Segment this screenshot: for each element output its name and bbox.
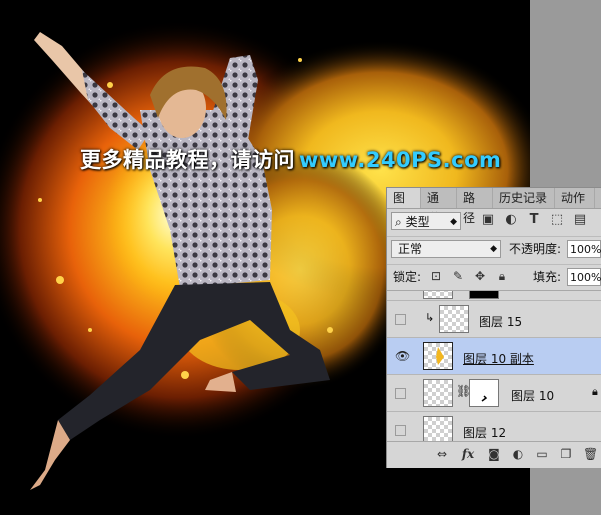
delete-layer-icon[interactable]: 🗑︎ [583, 447, 598, 461]
layer-thumbnail [423, 291, 453, 299]
lock-icon: 🔒︎ [592, 385, 598, 398]
layer-thumbnail [423, 342, 453, 370]
layer-list: ↳ 图层 15 👁︎ 图层 10 副本 ⛓︎ 图层 10 🔒︎ 图层 12 [387, 290, 601, 441]
watermark-text: 更多精品教程，请访问 www.240PS.com [80, 144, 501, 174]
tab-actions[interactable]: 动作 [555, 188, 595, 208]
shape-filter-icon[interactable]: ⬚ [550, 213, 564, 227]
panel-tabs: 图层 通道 路径 历史记录 动作 [387, 188, 601, 225]
layer-row[interactable]: ↳ 图层 15 [387, 301, 601, 338]
tab-channels[interactable]: 通道 [421, 188, 457, 225]
fx-icon[interactable]: fx [461, 447, 475, 461]
opacity-label: 不透明度: [509, 242, 562, 256]
visibility-toggle[interactable] [395, 388, 406, 399]
new-adjustment-icon[interactable]: ◐ [511, 447, 525, 461]
dropdown-arrow-icon: ◆ [450, 217, 457, 227]
clipping-arrow-icon: ↳ [425, 311, 435, 324]
lock-transparent-icon[interactable]: ⊡ [429, 269, 443, 283]
layer-mask-thumbnail [469, 291, 499, 299]
blend-row: 正常 ◆ 不透明度: 100% [387, 236, 601, 261]
tab-layers[interactable]: 图层 [387, 188, 421, 225]
tab-paths[interactable]: 路径 [457, 188, 493, 225]
lock-all-icon[interactable]: 🔒︎ [495, 269, 509, 283]
layer-name[interactable]: 图层 15 [479, 313, 522, 330]
new-layer-icon[interactable]: ❐ [559, 447, 573, 461]
watermark-url: www.240PS.com [299, 148, 502, 172]
image-filter-icon[interactable]: ▣ [481, 213, 495, 227]
layer-mask-thumbnail [469, 379, 499, 407]
type-filter-icon[interactable]: T [527, 213, 541, 227]
dropdown-arrow-icon: ◆ [490, 244, 497, 254]
layers-panel-footer: ⇔ fx ◙ ◐ ▭ ❐ 🗑︎ [387, 441, 601, 468]
blend-mode-value: 正常 [398, 242, 423, 256]
new-group-icon[interactable]: ▭ [535, 447, 549, 461]
smart-object-filter-icon[interactable]: ▤ [573, 213, 587, 227]
layer-row[interactable]: ⛓︎ 图层 10 🔒︎ [387, 375, 601, 412]
layer-row-selected[interactable]: 👁︎ 图层 10 副本 [387, 338, 601, 375]
layer-row[interactable]: 图层 12 [387, 412, 601, 441]
eye-icon[interactable]: 👁︎ [395, 350, 410, 362]
layer-thumbnail [423, 416, 453, 441]
filter-kind-select[interactable]: ⌕ 类型 ◆ [391, 212, 461, 230]
visibility-toggle[interactable] [395, 314, 406, 325]
filter-row: ⌕ 类型 ◆ ▣ ◐ T ⬚ ▤ [387, 210, 601, 234]
opacity-input[interactable]: 100% [567, 240, 601, 258]
add-mask-icon[interactable]: ◙ [487, 447, 501, 461]
adjustment-filter-icon[interactable]: ◐ [504, 213, 518, 227]
visibility-toggle[interactable] [395, 425, 406, 436]
lock-position-move-icon[interactable]: ✥ [473, 269, 487, 283]
lock-label: 锁定: [393, 270, 422, 284]
layer-name[interactable]: 图层 10 [511, 387, 554, 404]
blend-mode-select[interactable]: 正常 ◆ [391, 240, 501, 258]
lock-row: 锁定: ⊡ ✎ ✥ 🔒︎ 填充: 100% [387, 264, 601, 289]
layers-panel: 图层 通道 路径 历史记录 动作 ⌕ 类型 ◆ ▣ ◐ T ⬚ ▤ 正常 ◆ 不… [386, 187, 601, 468]
link-layers-icon[interactable]: ⇔ [435, 447, 449, 461]
layer-thumbnail [423, 379, 453, 407]
fill-label: 填充: [533, 270, 562, 284]
fill-input[interactable]: 100% [567, 268, 601, 286]
layer-name[interactable]: 图层 10 副本 [463, 350, 534, 367]
lock-image-brush-icon[interactable]: ✎ [451, 269, 465, 283]
search-icon: ⌕ [395, 215, 402, 229]
filter-kind-value: 类型 [405, 215, 430, 229]
layer-name[interactable]: 图层 12 [463, 424, 506, 441]
layer-thumbnail [439, 305, 469, 333]
watermark-label: 更多精品教程，请访问 [80, 148, 295, 172]
tab-history[interactable]: 历史记录 [493, 188, 555, 208]
layer-row-partial[interactable] [387, 291, 601, 301]
